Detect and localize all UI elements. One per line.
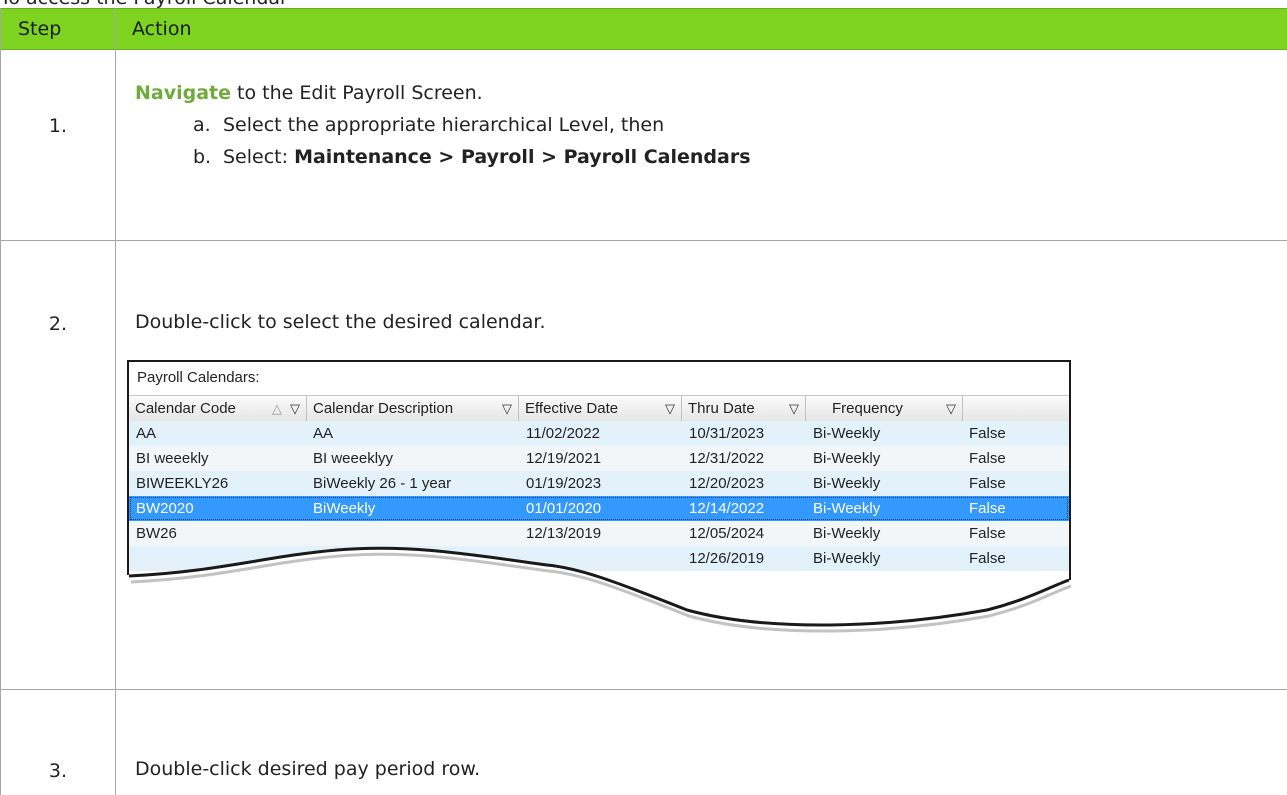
table-cell: 10/31/2023	[689, 425, 765, 442]
step-1-sub-a: a. Select the appropriate hierarchical Le…	[193, 114, 665, 136]
table-cell: 12/19/2021	[526, 450, 602, 467]
filter-icon[interactable]: ▽	[502, 396, 512, 421]
table-cell: BW2020	[136, 500, 194, 517]
column-header-frequency[interactable]: Frequency ▽	[806, 396, 963, 421]
table-cell: BI weeekly	[136, 450, 209, 467]
table-cell: False	[969, 525, 1006, 542]
table-row[interactable]: BI weeekly BI weeeklyy 12/19/2021 12/31/…	[129, 446, 1069, 471]
table-cell: BW26	[136, 525, 177, 542]
column-header-blank[interactable]	[963, 396, 1069, 421]
filter-icon[interactable]: ▽	[789, 396, 799, 421]
table-cell: 01/19/2023	[526, 475, 602, 492]
table-cell: False	[969, 425, 1006, 442]
grid-header: Calendar Code △ ▽ Calendar Description ▽…	[129, 395, 1069, 422]
column-header-effective-date[interactable]: Effective Date ▽	[519, 396, 682, 421]
table-cell: Bi-Weekly	[813, 425, 881, 442]
table-cell: 12/14/2022	[689, 500, 765, 517]
payroll-calendars-grid: Payroll Calendars: Calendar Code △ ▽ Cal…	[127, 360, 1071, 626]
row-divider	[1, 689, 1287, 690]
table-cell: False	[969, 550, 1006, 567]
sort-asc-icon[interactable]: △	[272, 396, 282, 421]
table-cell: Bi-Weekly	[813, 500, 881, 517]
table-cell: 12/05/2024	[689, 525, 765, 542]
table-cell: Bi-Weekly	[813, 550, 881, 567]
navigate-label: Navigate	[135, 82, 232, 104]
payroll-calendars-screenshot: Payroll Calendars: Calendar Code △ ▽ Cal…	[127, 360, 1077, 635]
table-row[interactable]: BIWEEKLY26 BiWeekly 26 - 1 year 01/19/20…	[129, 471, 1069, 496]
table-header-row: Step Action	[1, 8, 1287, 50]
table-cell: BiWeekly	[313, 500, 376, 517]
table-cell: BIWEEKLY26	[136, 475, 229, 492]
step-1-sub-b: b. Select: Maintenance > Payroll > Payrol…	[193, 146, 751, 168]
table-cell: AA	[313, 425, 334, 442]
step-1-rest: to the Edit Payroll Screen.	[231, 82, 483, 104]
step-number: 1.	[48, 115, 68, 137]
table-cell: BI weeeklyy	[313, 450, 394, 467]
step-1-text: Navigate to the Edit Payroll Screen.	[135, 82, 483, 104]
table-row-selected[interactable]: BW2020 BiWeekly 01/01/2020 12/14/2022 Bi…	[129, 496, 1069, 521]
table-cell: 12/31/2022	[689, 450, 765, 467]
header-step: Step	[18, 18, 62, 40]
table-cell: 12/20/2023	[689, 475, 765, 492]
step-number: 2.	[48, 313, 68, 335]
header-action: Action	[132, 18, 192, 40]
step-2-text: Double-click to select the desired calen…	[135, 311, 546, 333]
table-cell: Bi-Weekly	[813, 475, 881, 492]
table-cell: Bi-Weekly	[813, 450, 881, 467]
table-cell: False	[969, 450, 1006, 467]
menu-path: Maintenance > Payroll > Payroll Calendar…	[294, 146, 751, 168]
table-row[interactable]: BW26 12/13/2019 12/05/2024 Bi-Weekly Fal…	[129, 521, 1069, 546]
table-cell: Bi-Weekly	[813, 525, 881, 542]
table-cell: BiWeekly 26 - 1 year	[313, 475, 452, 492]
table-row[interactable]: 12/26/2019 Bi-Weekly False	[129, 546, 1069, 571]
table-cell: 12/13/2019	[526, 525, 602, 542]
table-cell: False	[969, 475, 1006, 492]
column-header-calendar-description[interactable]: Calendar Description ▽	[307, 396, 519, 421]
cut-off-heading: To access the Payroll Calendar	[0, 0, 288, 8]
table-cell: 12/26/2019	[689, 550, 765, 567]
filter-icon[interactable]: ▽	[290, 396, 300, 421]
table-cell: False	[969, 500, 1006, 517]
grid-title: Payroll Calendars:	[137, 369, 260, 386]
filter-icon[interactable]: ▽	[946, 396, 956, 421]
step-3-text: Double-click desired pay period row.	[135, 758, 481, 780]
table-cell: AA	[136, 425, 157, 442]
table-row[interactable]: AA AA 11/02/2022 10/31/2023 Bi-Weekly Fa…	[129, 421, 1069, 446]
table-cell: 11/02/2022	[526, 425, 600, 442]
column-divider	[115, 8, 116, 795]
table-cell: 01/01/2020	[526, 500, 602, 517]
column-header-thru-date[interactable]: Thru Date ▽	[682, 396, 806, 421]
row-divider	[1, 240, 1287, 241]
filter-icon[interactable]: ▽	[665, 396, 675, 421]
column-header-calendar-code[interactable]: Calendar Code △ ▽	[129, 396, 307, 421]
step-number: 3.	[48, 760, 68, 782]
